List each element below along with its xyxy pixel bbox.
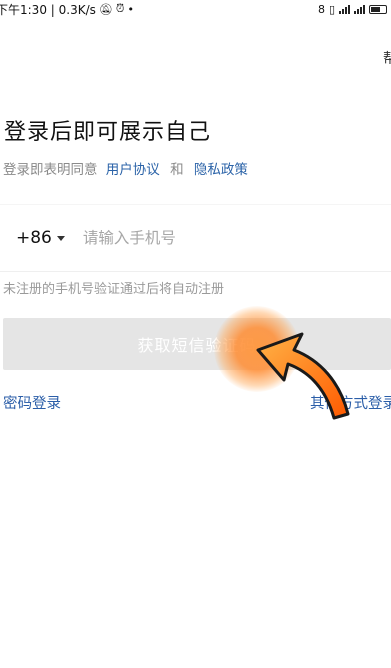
country-code-selector[interactable]: +86	[16, 228, 65, 248]
get-sms-code-button[interactable]: 获取短信验证码	[3, 318, 391, 370]
battery-icon	[369, 4, 387, 14]
alarm-icon: ⏰︎	[115, 2, 125, 15]
mute-icon: 🔕︎	[98, 2, 113, 16]
vibrate-icon: ▯	[328, 2, 335, 16]
dot-icon: •	[127, 2, 134, 16]
other-login-link[interactable]: 其他方式登录	[310, 392, 391, 413]
agreement-and: 和	[170, 162, 184, 178]
signal-icon-2	[354, 4, 365, 14]
status-time: 下午1:30 | 0.3K/s	[0, 2, 96, 17]
auto-register-hint: 未注册的手机号验证通过后将自动注册	[3, 282, 225, 297]
country-code-label: +86	[16, 228, 52, 248]
agreement-text: 登录即表明同意 用户协议 和 隐私政策	[3, 158, 252, 178]
privacy-policy-link[interactable]: 隐私政策	[194, 162, 248, 178]
status-left: 下午1:30 | 0.3K/s 🔕︎ ⏰︎ •	[0, 1, 134, 18]
status-right: 8 ▯	[318, 3, 387, 16]
agreement-prefix: 登录即表明同意	[3, 162, 98, 178]
status-number: 8	[317, 2, 325, 16]
phone-input-row: +86	[0, 204, 391, 272]
status-bar: 下午1:30 | 0.3K/s 🔕︎ ⏰︎ • 8 ▯	[0, 0, 391, 18]
login-screen: 下午1:30 | 0.3K/s 🔕︎ ⏰︎ • 8 ▯ 帮 登录后即可展示自己 …	[0, 0, 391, 668]
phone-number-input[interactable]	[80, 228, 365, 248]
help-link[interactable]: 帮	[383, 48, 391, 64]
password-login-link[interactable]: 密码登录	[3, 392, 61, 413]
user-agreement-link[interactable]: 用户协议	[106, 162, 160, 178]
page-title: 登录后即可展示自己	[4, 120, 212, 145]
signal-icon	[339, 4, 350, 14]
caret-down-icon	[56, 235, 65, 241]
